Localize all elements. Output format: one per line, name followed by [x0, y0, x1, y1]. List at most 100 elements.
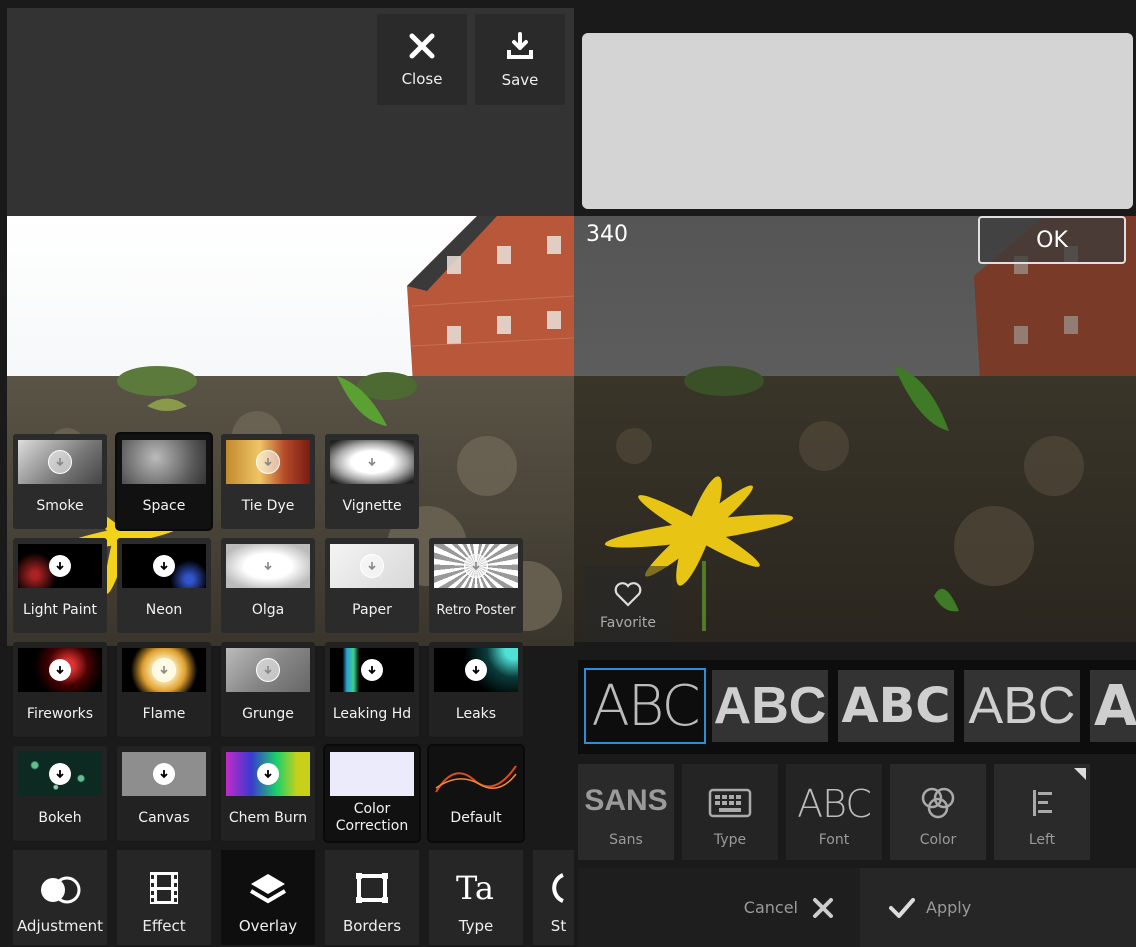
- left-editor-panel: Close Save Smoke Space Tie Dye Vignette …: [0, 0, 574, 947]
- nav-label: Effect: [142, 917, 186, 935]
- close-button[interactable]: Close: [377, 14, 467, 105]
- tool-color[interactable]: Color: [890, 764, 986, 860]
- overlay-grunge[interactable]: Grunge: [221, 642, 315, 737]
- ok-button[interactable]: OK: [978, 216, 1126, 264]
- nav-borders[interactable]: Borders: [325, 850, 419, 945]
- overlay-label: Grunge: [242, 706, 294, 722]
- overlay-label: Chem Burn: [228, 810, 308, 826]
- cancel-label: Cancel: [743, 898, 798, 917]
- overlay-vignette[interactable]: Vignette: [325, 434, 419, 529]
- overlay-thumbnail: [122, 440, 206, 484]
- overlay-fireworks[interactable]: Fireworks: [13, 642, 107, 737]
- overlay-bokeh[interactable]: Bokeh: [13, 746, 107, 841]
- corner-indicator-icon: [1074, 768, 1086, 780]
- save-button[interactable]: Save: [475, 14, 565, 105]
- overlay-thumbnail: [18, 440, 102, 484]
- heart-icon: [614, 582, 642, 607]
- overlay-label: Space: [142, 498, 186, 514]
- tool-type[interactable]: Type: [682, 764, 778, 860]
- save-label: Save: [501, 70, 539, 89]
- apply-button[interactable]: Apply: [860, 868, 1136, 947]
- font-preview: ABC: [797, 782, 872, 826]
- editor-top-bar: Close Save: [7, 8, 574, 216]
- adjustment-icon: [41, 876, 81, 904]
- tool-label: Left: [1028, 832, 1056, 848]
- overlay-neon[interactable]: Neon: [117, 538, 211, 633]
- text-style-thin[interactable]: ABC: [584, 668, 706, 744]
- overlay-thumbnail: [18, 544, 102, 588]
- overlay-leaks[interactable]: Leaks: [429, 642, 523, 737]
- text-style-regular[interactable]: ABC: [964, 670, 1080, 742]
- close-label: Close: [401, 69, 443, 88]
- nav-stickers[interactable]: St: [533, 850, 574, 945]
- nav-effect[interactable]: Effect: [117, 850, 211, 945]
- style-preview: ABC: [591, 673, 700, 739]
- download-icon: [256, 450, 280, 474]
- style-preview: ABC: [968, 677, 1076, 735]
- download-icon: [465, 659, 487, 681]
- download-icon: [360, 554, 384, 578]
- nav-overlay[interactable]: Overlay: [221, 850, 315, 945]
- tool-label: Sans: [609, 832, 643, 848]
- overlay-thumbnail: [122, 544, 206, 588]
- overlay-flame[interactable]: Flame: [117, 642, 211, 737]
- overlay-color-correction[interactable]: Color Correction: [325, 746, 419, 841]
- overlay-label: Olga: [251, 602, 285, 618]
- favorite-label: Favorite: [600, 615, 656, 631]
- color-circles-icon: [921, 787, 955, 819]
- download-icon: [48, 450, 72, 474]
- overlay-smoke[interactable]: Smoke: [13, 434, 107, 529]
- text-style-heavy[interactable]: ABC: [838, 670, 954, 742]
- overlay-thumbnail: [330, 648, 414, 692]
- overlay-label: Tie Dye: [241, 498, 295, 514]
- overlay-thumbnail: [18, 752, 102, 796]
- overlay-tie-dye[interactable]: Tie Dye: [221, 434, 315, 529]
- overlay-thumbnail: [122, 648, 206, 692]
- text-style-bold[interactable]: ABC: [712, 670, 828, 742]
- ok-label: OK: [1036, 227, 1068, 253]
- overlay-thumbnail: [226, 544, 310, 588]
- tool-align[interactable]: Left: [994, 764, 1090, 860]
- nav-label: Borders: [342, 917, 402, 935]
- photo-preview: 340 OK Favorite: [574, 216, 1136, 642]
- tool-label: Font: [818, 832, 850, 848]
- style-preview: ABC: [841, 678, 951, 734]
- nav-type[interactable]: Ta Type: [429, 850, 523, 945]
- favorite-button[interactable]: Favorite: [584, 566, 672, 642]
- overlay-label: Vignette: [342, 498, 402, 514]
- overlay-paper[interactable]: Paper: [325, 538, 419, 633]
- overlay-space[interactable]: Space: [117, 434, 211, 529]
- type-icon: Ta: [456, 869, 494, 905]
- cancel-button[interactable]: Cancel: [578, 868, 856, 947]
- tool-label: Color: [919, 832, 957, 848]
- overlay-thumbnail: [434, 544, 518, 588]
- overlay-label: Leaking Hd: [332, 706, 412, 722]
- overlay-label: Flame: [142, 706, 186, 722]
- overlay-thumbnail: [330, 544, 414, 588]
- overlay-label: Color Correction: [335, 801, 409, 834]
- right-text-panel: 340 OK Favorite ABC ABC ABC ABC A SANS S…: [574, 0, 1136, 947]
- nav-adjustment[interactable]: Adjustment: [13, 850, 107, 945]
- overlay-default[interactable]: Default: [429, 746, 523, 841]
- overlay-thumbnail: [330, 752, 414, 796]
- text-input-box[interactable]: [582, 33, 1133, 209]
- style-preview: A: [1094, 673, 1136, 739]
- overlay-chem-burn[interactable]: Chem Burn: [221, 746, 315, 841]
- text-style-condensed[interactable]: A: [1090, 670, 1136, 742]
- sticker-icon: [551, 873, 564, 903]
- tool-sans[interactable]: SANS Sans: [578, 764, 674, 860]
- overlay-thumbnail: [434, 648, 518, 692]
- overlay-label: Bokeh: [38, 810, 82, 826]
- download-icon: [507, 31, 533, 59]
- nav-label: Type: [458, 917, 494, 935]
- overlay-canvas[interactable]: Canvas: [117, 746, 211, 841]
- download-icon: [49, 659, 71, 681]
- film-icon: [150, 872, 178, 904]
- overlay-olga[interactable]: Olga: [221, 538, 315, 633]
- keyboard-icon: [708, 788, 752, 818]
- overlay-label: Canvas: [138, 810, 190, 826]
- overlay-light-paint[interactable]: Light Paint: [13, 538, 107, 633]
- overlay-retro-poster[interactable]: Retro Poster: [429, 538, 523, 633]
- tool-font[interactable]: ABC Font: [786, 764, 882, 860]
- overlay-leaking-hd[interactable]: Leaking Hd: [325, 642, 419, 737]
